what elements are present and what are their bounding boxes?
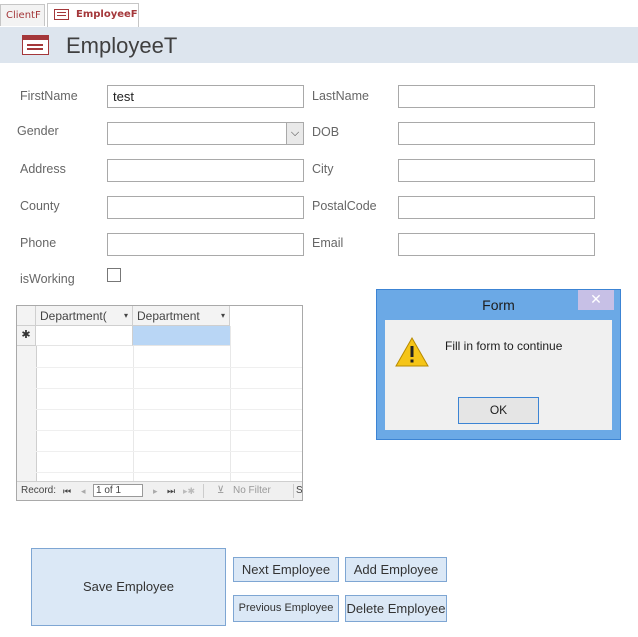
form-icon [22,35,49,55]
county-field[interactable] [107,196,304,219]
select-all-corner[interactable] [17,306,36,326]
filter-status[interactable]: No Filter [233,482,271,500]
record-label: Record: [21,485,57,496]
dob-label: DOB [312,125,340,139]
grid-divider [36,388,302,389]
next-record-icon[interactable]: ▸ [153,482,158,500]
nav-divider [203,484,204,498]
address-field[interactable] [107,159,304,182]
firstname-field[interactable]: test [107,85,304,108]
record-navigation-bar: Record: ⏮ ◂ 1 of 1 ▸ ⏭ ▸✱ ⊻ No Filter S [17,481,302,500]
postalcode-field[interactable] [398,196,595,219]
city-label: City [312,162,334,176]
form-icon [54,9,69,20]
phone-label: Phone [20,236,57,250]
tab-clientf[interactable]: ClientF [0,4,45,26]
delete-employee-button[interactable]: Delete Employee [345,595,447,622]
grid-divider [36,430,302,431]
new-record-icon[interactable]: ▸✱ [183,482,195,500]
nav-divider [293,484,294,498]
chevron-down-icon[interactable]: ⌵ [286,123,303,144]
dob-field[interactable] [398,122,595,145]
address-label: Address [20,162,66,176]
last-record-icon[interactable]: ⏭ [167,482,175,500]
isworking-checkbox[interactable] [107,268,121,282]
previous-employee-button[interactable]: Previous Employee [233,595,339,622]
message-dialog: Form ✕ Fill in form to continue OK [376,289,621,440]
column-header-department-name[interactable]: Department ▾ [133,306,230,326]
new-record-selector[interactable]: ✱ [17,326,36,346]
column-header-department-id[interactable]: Department( ▾ [36,306,133,326]
lastname-field[interactable] [398,85,595,108]
email-field[interactable] [398,233,595,256]
gender-combo[interactable]: ⌵ [107,122,304,145]
tab-label: EmployeeF [76,9,138,20]
grid-divider [36,451,302,452]
city-field[interactable] [398,159,595,182]
save-employee-button[interactable]: Save Employee [31,548,226,626]
search-box[interactable]: S [296,482,302,500]
row-selector-column [17,346,37,482]
gender-label: Gender [17,124,59,138]
grid-divider [36,472,302,473]
grid-cell[interactable] [36,326,133,346]
ok-button[interactable]: OK [458,397,539,424]
filter-icon[interactable]: ⊻ [217,482,224,500]
county-label: County [20,199,60,213]
postalcode-label: PostalCode [312,199,377,213]
first-record-icon[interactable]: ⏮ [63,482,71,500]
next-employee-button[interactable]: Next Employee [233,557,339,582]
email-label: Email [312,236,344,250]
department-subform: Department( ▾ Department ▾ ✱ Record: ⏮ ◂… [16,305,303,501]
grid-cell-selected[interactable] [133,326,230,346]
tab-employeef[interactable]: EmployeeF [47,3,139,27]
isworking-label: isWorking [20,272,75,286]
form-title: EmployeeT [66,33,178,58]
tab-label: ClientF [6,10,41,21]
add-employee-button[interactable]: Add Employee [345,557,447,582]
column-header-label: Department [137,309,200,323]
grid-divider [36,409,302,410]
column-header-label: Department( [40,309,107,323]
lastname-label: LastName [312,89,369,103]
dialog-body: Fill in form to continue OK [385,320,612,430]
phone-field[interactable] [107,233,304,256]
dropdown-arrow-icon[interactable]: ▾ [221,306,225,325]
current-record-field[interactable]: 1 of 1 [93,484,143,497]
dropdown-arrow-icon[interactable]: ▾ [124,306,128,325]
firstname-label: FirstName [20,89,78,103]
previous-record-icon[interactable]: ◂ [81,482,86,500]
grid-divider [36,367,302,368]
close-icon[interactable]: ✕ [578,290,614,310]
grid-divider [230,326,231,482]
warning-icon [395,337,429,367]
dialog-message: Fill in form to continue [445,339,563,353]
